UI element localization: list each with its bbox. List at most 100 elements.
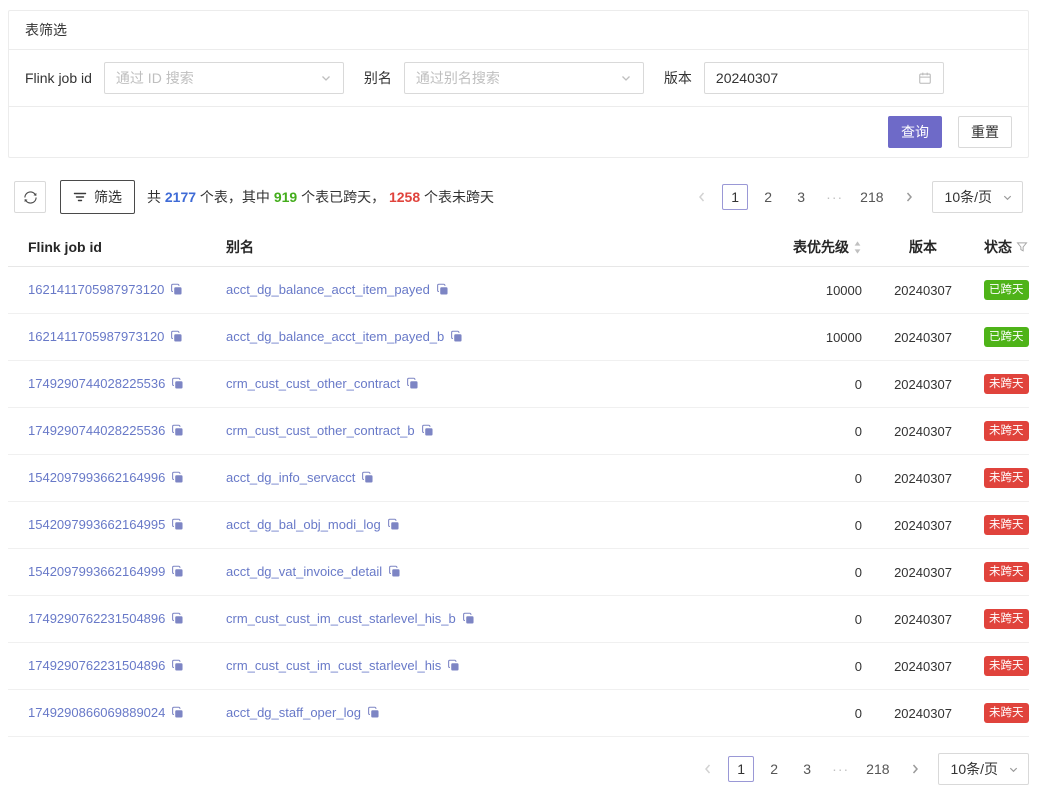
copy-icon[interactable] xyxy=(171,377,184,393)
page-size-select[interactable]: 10条/页 xyxy=(932,181,1023,213)
page-button-1[interactable]: 1 xyxy=(722,184,748,210)
page-button-3[interactable]: 3 xyxy=(788,184,814,210)
version-value: 20240307 xyxy=(894,518,952,533)
copy-icon[interactable] xyxy=(367,706,380,722)
copy-icon[interactable] xyxy=(171,706,184,722)
page-button-last[interactable]: 218 xyxy=(861,756,894,782)
copy-icon[interactable] xyxy=(171,612,184,628)
prev-page-button[interactable] xyxy=(689,184,715,210)
query-button[interactable]: 查询 xyxy=(888,116,942,148)
alias-link[interactable]: acct_dg_bal_obj_modi_log xyxy=(226,517,381,532)
copy-icon[interactable] xyxy=(170,283,183,299)
copy-icon[interactable] xyxy=(171,424,184,440)
alias-link[interactable]: acct_dg_balance_acct_item_payed_b xyxy=(226,329,444,344)
page-button-last[interactable]: 218 xyxy=(855,184,888,210)
version-value: 20240307 xyxy=(894,471,952,486)
job-id-placeholder: 通过 ID 搜索 xyxy=(116,68,194,88)
priority-value: 0 xyxy=(855,424,862,439)
priority-cell: 0 xyxy=(638,361,878,408)
prev-page-button[interactable] xyxy=(695,756,721,782)
copy-icon[interactable] xyxy=(406,377,419,393)
header-job-id: Flink job id xyxy=(8,228,210,267)
copy-icon[interactable] xyxy=(171,518,184,534)
table-row: 1542097993662164995 acct_dg_bal_obj_modi… xyxy=(8,502,1029,549)
table-row: 1542097993662164996 acct_dg_info_servacc… xyxy=(8,455,1029,502)
alias-link[interactable]: crm_cust_cust_im_cust_starlevel_his_b xyxy=(226,611,456,626)
header-priority[interactable]: 表优先级 xyxy=(638,228,878,267)
page-size-select[interactable]: 10条/页 xyxy=(938,753,1029,785)
copy-icon[interactable] xyxy=(436,283,449,299)
column-filter-icon[interactable] xyxy=(1016,241,1028,253)
page-button-2[interactable]: 2 xyxy=(755,184,781,210)
filter-card: 表筛选 Flink job id 通过 ID 搜索 别名 通过别名搜索 版本 xyxy=(8,10,1029,158)
copy-icon[interactable] xyxy=(171,659,184,675)
job-id-link[interactable]: 1749290762231504896 xyxy=(28,658,165,673)
alias-select[interactable]: 通过别名搜索 xyxy=(404,62,644,94)
page-ellipsis[interactable]: ··· xyxy=(821,184,848,210)
job-id-link[interactable]: 1621411705987973120 xyxy=(28,329,164,344)
copy-icon[interactable] xyxy=(170,330,183,346)
copy-icon[interactable] xyxy=(171,565,184,581)
status-cell: 未跨天 xyxy=(968,408,1029,455)
job-id-link[interactable]: 1749290866069889024 xyxy=(28,705,165,720)
job-id-link[interactable]: 1542097993662164996 xyxy=(28,470,165,485)
job-id-link[interactable]: 1749290744028225536 xyxy=(28,376,165,391)
copy-icon[interactable] xyxy=(462,612,475,628)
copy-icon[interactable] xyxy=(450,330,463,346)
job-id-link[interactable]: 1542097993662164999 xyxy=(28,564,165,579)
page-ellipsis[interactable]: ··· xyxy=(827,756,854,782)
job-id-link[interactable]: 1542097993662164995 xyxy=(28,517,165,532)
alias-link[interactable]: crm_cust_cust_im_cust_starlevel_his xyxy=(226,658,441,673)
sort-icon[interactable] xyxy=(853,240,862,255)
status-badge: 未跨天 xyxy=(984,703,1029,723)
status-badge: 已跨天 xyxy=(984,327,1029,347)
alias-link[interactable]: acct_dg_vat_invoice_detail xyxy=(226,564,382,579)
copy-icon[interactable] xyxy=(421,424,434,440)
data-table: Flink job id 别名 表优先级 版本 状态 xyxy=(8,228,1029,737)
alias-link[interactable]: acct_dg_staff_oper_log xyxy=(226,705,361,720)
refresh-button[interactable] xyxy=(14,181,46,213)
alias-link[interactable]: crm_cust_cust_other_contract_b xyxy=(226,423,415,438)
next-page-button[interactable] xyxy=(902,756,928,782)
alias-link[interactable]: acct_dg_info_servacct xyxy=(226,470,355,485)
priority-cell: 0 xyxy=(638,549,878,596)
alias-link[interactable]: crm_cust_cust_other_contract xyxy=(226,376,400,391)
job-id-cell: 1542097993662164996 xyxy=(8,455,210,502)
job-id-select[interactable]: 通过 ID 搜索 xyxy=(104,62,344,94)
version-value: 20240307 xyxy=(894,706,952,721)
copy-icon[interactable] xyxy=(171,471,184,487)
page-button-3[interactable]: 3 xyxy=(794,756,820,782)
next-page-button[interactable] xyxy=(896,184,922,210)
chevron-down-icon xyxy=(1008,764,1019,775)
alias-cell: crm_cust_cust_other_contract_b xyxy=(210,408,638,455)
job-id-link[interactable]: 1621411705987973120 xyxy=(28,282,164,297)
job-id-cell: 1749290866069889024 xyxy=(8,690,210,737)
job-id-link[interactable]: 1749290762231504896 xyxy=(28,611,165,626)
copy-icon[interactable] xyxy=(447,659,460,675)
version-input[interactable] xyxy=(716,70,906,86)
status-cell: 未跨天 xyxy=(968,690,1029,737)
version-cell: 20240307 xyxy=(878,408,968,455)
priority-value: 0 xyxy=(855,706,862,721)
table-row: 1749290744028225536 crm_cust_cust_other_… xyxy=(8,361,1029,408)
alias-field: 别名 通过别名搜索 xyxy=(364,62,644,94)
page-button-2[interactable]: 2 xyxy=(761,756,787,782)
alias-link[interactable]: acct_dg_balance_acct_item_payed xyxy=(226,282,430,297)
version-input-box[interactable] xyxy=(704,62,944,94)
copy-icon[interactable] xyxy=(388,565,401,581)
reset-button[interactable]: 重置 xyxy=(958,116,1012,148)
job-id-field: Flink job id 通过 ID 搜索 xyxy=(25,62,344,94)
table-row: 1749290744028225536 crm_cust_cust_other_… xyxy=(8,408,1029,455)
version-value: 20240307 xyxy=(894,565,952,580)
filter-actions-row: 查询 重置 xyxy=(9,107,1028,157)
filter-lines-icon xyxy=(73,190,87,204)
alias-cell: acct_dg_bal_obj_modi_log xyxy=(210,502,638,549)
priority-cell: 0 xyxy=(638,502,878,549)
job-id-link[interactable]: 1749290744028225536 xyxy=(28,423,165,438)
filter-button[interactable]: 筛选 xyxy=(60,180,135,214)
page-button-1[interactable]: 1 xyxy=(728,756,754,782)
priority-value: 0 xyxy=(855,377,862,392)
copy-icon[interactable] xyxy=(387,518,400,534)
version-value: 20240307 xyxy=(894,659,952,674)
copy-icon[interactable] xyxy=(361,471,374,487)
